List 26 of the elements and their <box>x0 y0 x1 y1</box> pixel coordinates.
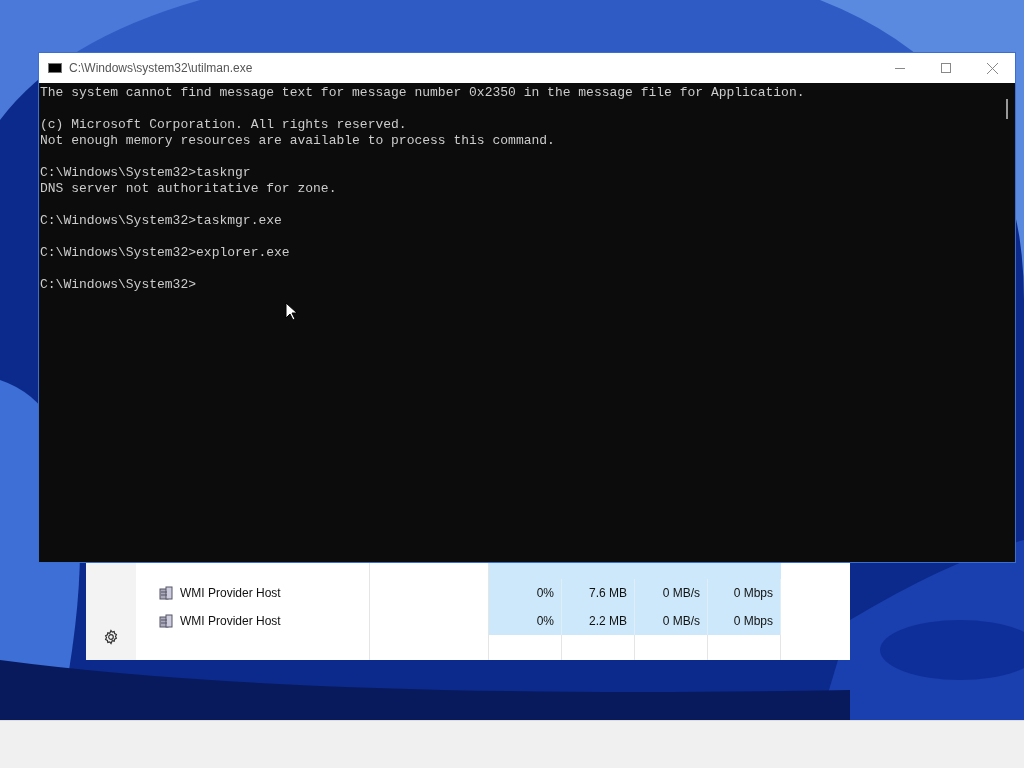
console-line: C:\Windows\System32>taskngr <box>39 165 252 181</box>
close-icon <box>986 62 998 74</box>
table-cell: 2.2 MB <box>562 607 635 635</box>
table-cell: 0 Mbps <box>708 579 781 607</box>
table-cell: 0% <box>489 579 562 607</box>
table-cell: 0 MB/s <box>635 579 708 607</box>
console-line: (c) Microsoft Corporation. All rights reserved. <box>39 117 408 133</box>
table-cell: 0% <box>489 607 562 635</box>
console-line: C:\Windows\System32>explorer.exe <box>39 245 291 261</box>
maximize-icon <box>941 63 951 73</box>
table-cell: 0 MB/s <box>635 607 708 635</box>
server-icon <box>158 586 174 600</box>
process-name: WMI Provider Host <box>180 613 281 630</box>
mouse-pointer-icon <box>285 302 297 321</box>
server-icon <box>158 614 174 628</box>
console-line: C:\Windows\System32>taskmgr.exe <box>39 213 283 229</box>
console-line: Not enough memory resources are available to process this command. <box>39 133 556 149</box>
console-line: DNS server not authoritative for zone. <box>39 181 338 197</box>
console-line: C:\Windows\System32> <box>39 277 198 293</box>
process-name: WMI Provider Host <box>180 585 281 602</box>
console-icon <box>48 63 62 73</box>
table-cell: 7.6 MB <box>562 579 635 607</box>
settings-icon[interactable] <box>103 629 119 645</box>
window-title: C:\Windows\system32\utilman.exe <box>69 60 253 77</box>
table-cell: 0 Mbps <box>708 607 781 635</box>
console-line: The system cannot find message text for message number 0x2350 in the message file for Application. <box>39 85 806 101</box>
